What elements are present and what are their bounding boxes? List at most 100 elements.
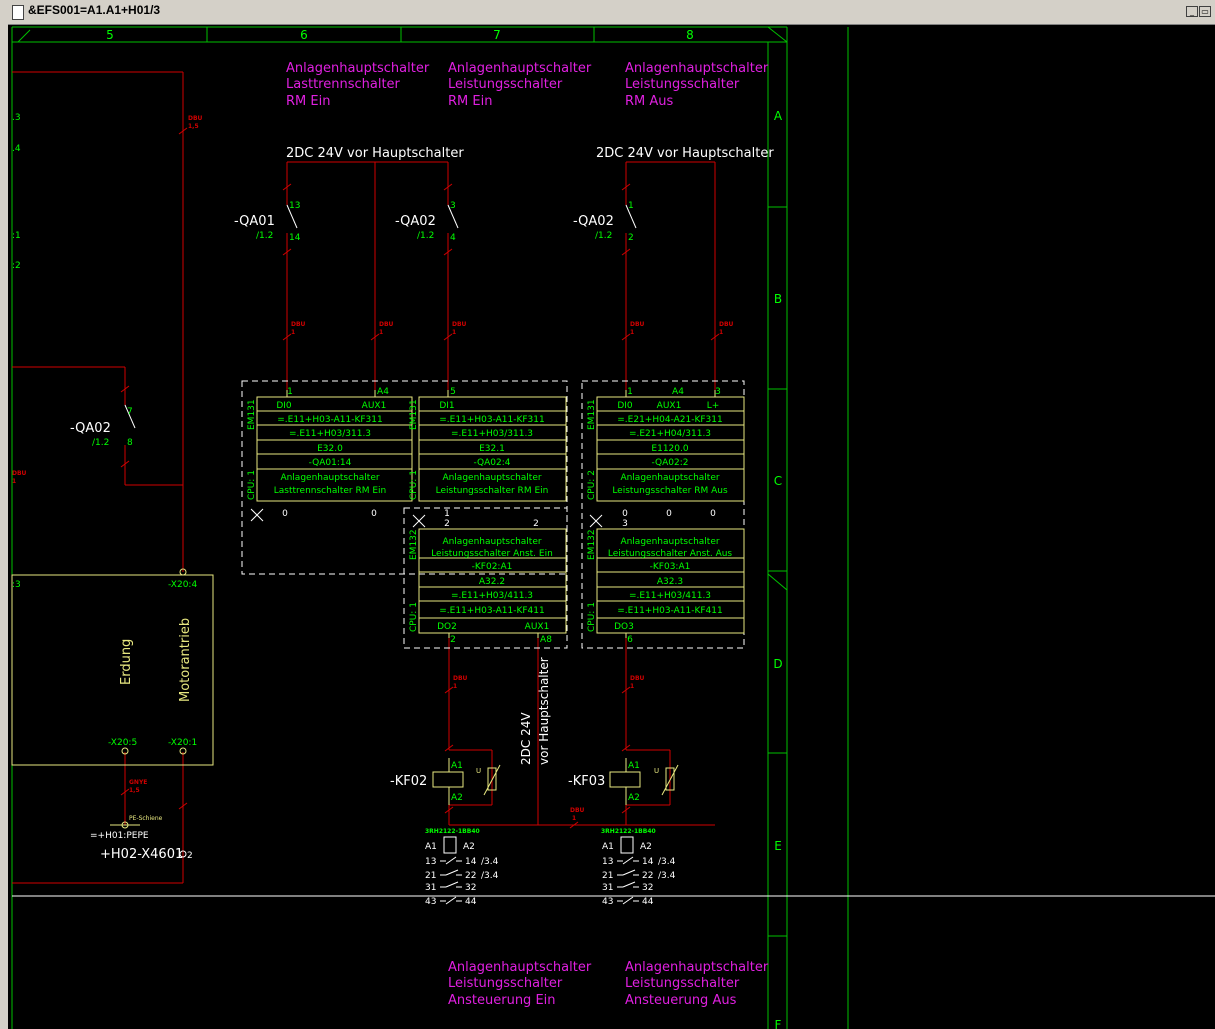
mod1-term-2: A4 <box>377 387 389 397</box>
footer-col7-line1: Anlagenhauptschalter <box>448 960 592 975</box>
contact-qa02b-name: -QA02 <box>573 214 614 229</box>
varistor-kf03-label: U <box>654 767 659 775</box>
relay-kf03-contact-mirror: 3RH2122-1BB40 A1 A2 13 14 /3.4 21 22 /3.… <box>601 828 676 907</box>
left-label-2: .4 <box>12 144 21 154</box>
wire-label-7: DBU <box>630 675 645 682</box>
pe-tag: =+H01:PEPE <box>90 831 149 841</box>
motor-terminal-top: -X20:4 <box>168 580 197 590</box>
kf03-c1-ref: /3.4 <box>658 857 676 867</box>
motor-drive-box[interactable]: Erdung Motorantrieb -X20:4 -X20:5 -X20:1 <box>11 568 214 766</box>
left-label-5: :3 <box>12 580 21 590</box>
kf03-mirror-a2: A2 <box>640 842 652 852</box>
pe-xref: +H02-X4601 <box>100 847 183 862</box>
mod2-bottom-3: 2 <box>533 519 539 529</box>
header-col7: Anlagenhauptschalter Leistungsschalter R… <box>448 61 592 109</box>
contact-qa02-name: -QA02 <box>395 214 436 229</box>
io-module-5[interactable]: Anlagenhauptschalter Leistungsschalter A… <box>587 528 745 645</box>
contact-qa01-ref: /1.2 <box>256 231 273 241</box>
mod2-cpu-label: CPU: 1 <box>409 470 419 500</box>
mod2-cross-icon <box>412 514 426 528</box>
mod3-row-5: Anlagenhauptschalter <box>620 473 719 483</box>
mod5-row-3: -KF03:A1 <box>650 562 691 572</box>
mod2-row-5: Anlagenhauptschalter <box>442 473 541 483</box>
mod1-row-5: Anlagenhauptschalter <box>280 473 379 483</box>
kf03-mirror-a1: A1 <box>602 842 614 852</box>
mod1-term-1: 1 <box>287 387 293 397</box>
mod2-row-3: E32.1 <box>479 444 505 454</box>
mod3-bottom-1: 0 <box>622 509 628 519</box>
row-label-c: C <box>774 474 782 488</box>
mod3-row-3: E1120.0 <box>651 444 688 454</box>
mod1-bottom-2: 0 <box>371 509 377 519</box>
mod2-term-1: 5 <box>450 387 456 397</box>
relay-kf03[interactable]: -KF03 A1 A2 U <box>568 758 679 805</box>
wire-label-2: DBU <box>379 321 394 328</box>
mod5-term-1: 6 <box>627 635 633 645</box>
relay-kf02[interactable]: -KF02 A1 A2 U <box>390 758 501 805</box>
footer-col8: Anlagenhauptschalter Leistungsschalter A… <box>625 960 769 1008</box>
kf03-c4-b: 44 <box>642 897 654 907</box>
mod1-row-1: =.E11+H03-A11-KF311 <box>277 415 382 425</box>
supply-label-2: 2DC 24V vor Hauptschalter <box>596 146 774 161</box>
kf03-c2-b: 22 <box>642 871 653 881</box>
contact-qa02b-ref: /1.2 <box>595 231 612 241</box>
mod5-row-5: =.E11+H03/411.3 <box>629 591 711 601</box>
supply-vertical-line1: 2DC 24V <box>519 712 533 765</box>
wire-num-6: 1 <box>453 683 457 690</box>
contact-qa02-t1: 3 <box>450 201 456 211</box>
contact-qa02c-name: -QA02 <box>70 421 111 436</box>
mod4-row-4: A32.2 <box>479 577 505 587</box>
mod3-row-4: -QA02:2 <box>651 458 688 468</box>
wire-num-4: 1 <box>630 329 634 336</box>
mod3-head-2: AUX1 <box>657 401 682 411</box>
io-module-4[interactable]: Anlagenhauptschalter Leistungsschalter A… <box>409 528 567 645</box>
wire-num-2: 1 <box>379 329 383 336</box>
contact-qa01-t2: 14 <box>289 233 301 243</box>
row-label-b: B <box>774 292 782 306</box>
header-col7-line3: RM Ein <box>448 94 492 109</box>
header-col7-line2: Leistungsschalter <box>448 77 563 92</box>
row-label-e: E <box>774 839 782 853</box>
header-col6-line3: RM Ein <box>286 94 330 109</box>
col-label-7: 7 <box>493 28 501 42</box>
relay-kf03-name: -KF03 <box>568 774 605 789</box>
mod1-cpu-label: CPU: 1 <box>247 470 257 500</box>
contact-qa02-ref: /1.2 <box>417 231 434 241</box>
mod4-em-label: EM132 <box>409 529 419 560</box>
wire-label-8: DBU <box>188 115 203 122</box>
mod1-row-2: =.E11+H03/311.3 <box>289 429 371 439</box>
wire-num-10: 1,5 <box>129 787 140 794</box>
left-edge-labels: .3 .4 :1 :2 :3 <box>12 113 21 590</box>
contact-qa02b-t2: 2 <box>628 233 634 243</box>
mod2-em-label: EM131 <box>409 399 419 430</box>
kf03-c1-a: 13 <box>602 857 613 867</box>
kf02-c1-ref: /3.4 <box>481 857 499 867</box>
wire-num-1: 1 <box>291 329 295 336</box>
mod4-row-3: -KF02:A1 <box>472 562 513 572</box>
relay-kf02-contact-mirror: 3RH2122-1BB40 A1 A2 13 14 /3.4 21 22 /3.… <box>425 828 499 907</box>
mod3-em-label: EM131 <box>587 399 597 430</box>
header-col8-line1: Anlagenhauptschalter <box>625 61 769 76</box>
kf03-type: 3RH2122-1BB40 <box>601 828 656 835</box>
contact-qa02-t2: 4 <box>450 233 456 243</box>
header-col8: Anlagenhauptschalter Leistungsschalter R… <box>625 61 769 109</box>
kf02-c2-a: 21 <box>425 871 436 881</box>
wire-num-8: 1,5 <box>188 123 199 130</box>
header-col6-line1: Anlagenhauptschalter <box>286 61 430 76</box>
wire-label-6: DBU <box>453 675 468 682</box>
io-module-3[interactable]: 1 A4 3 DI0 AUX1 L+ =.E21+H04-A21-KF311 =… <box>587 387 745 529</box>
kf03-c1-b: 14 <box>642 857 654 867</box>
supply-label-1: 2DC 24V vor Hauptschalter <box>286 146 464 161</box>
schematic-canvas[interactable]: 5 6 7 8 A B C D E F Anlagenhauptschalter… <box>0 0 1215 1029</box>
io-module-1[interactable]: 1 A4 DI0 AUX1 =.E11+H03-A11-KF311 =.E11+… <box>247 387 413 522</box>
motor-label-antrieb: Motorantrieb <box>178 618 193 702</box>
mod1-em-label: EM131 <box>247 399 257 430</box>
wire-label-1: DBU <box>291 321 306 328</box>
col-label-6: 6 <box>300 28 308 42</box>
mod1-row-4: -QA01:14 <box>309 458 352 468</box>
mod3-row-6: Leistungsschalter RM Aus <box>612 486 728 496</box>
mod3-bottom-4: 3 <box>622 519 628 529</box>
kf03-c3-b: 32 <box>642 883 653 893</box>
mod4-cpu-label: CPU: 1 <box>409 602 419 632</box>
mod4-row-1: Anlagenhauptschalter <box>442 537 541 547</box>
